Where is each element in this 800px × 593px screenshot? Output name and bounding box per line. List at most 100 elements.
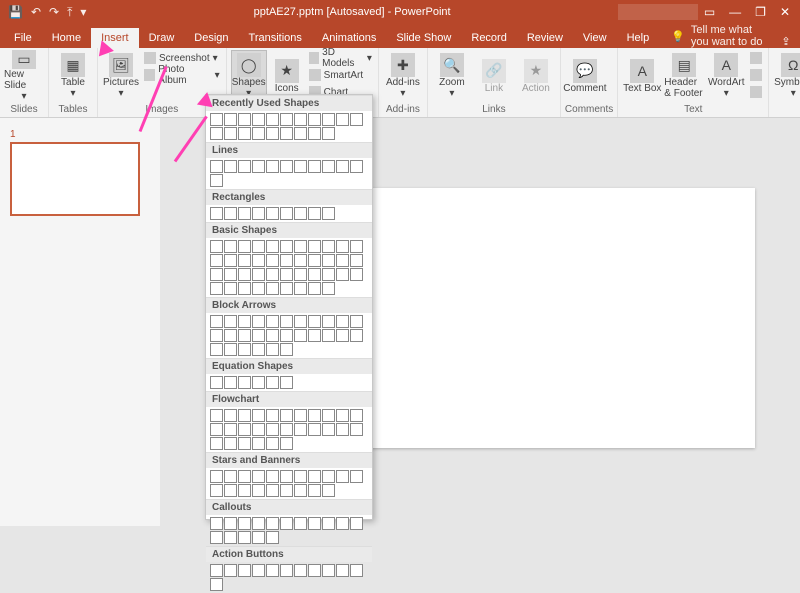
gallery-shape[interactable]	[350, 517, 363, 530]
gallery-shape[interactable]	[336, 409, 349, 422]
gallery-shape[interactable]	[294, 517, 307, 530]
gallery-shape[interactable]	[210, 240, 223, 253]
gallery-shape[interactable]	[238, 254, 251, 267]
gallery-shape[interactable]	[294, 268, 307, 281]
gallery-shape[interactable]	[308, 517, 321, 530]
gallery-shape[interactable]	[210, 409, 223, 422]
wordart-button[interactable]: AWordArt▾	[706, 50, 746, 102]
tab-view[interactable]: View	[573, 28, 617, 48]
gallery-shape[interactable]	[224, 127, 237, 140]
gallery-shape[interactable]	[252, 113, 265, 126]
gallery-shape[interactable]	[266, 343, 279, 356]
gallery-shape[interactable]	[224, 437, 237, 450]
gallery-shape[interactable]	[252, 423, 265, 436]
gallery-shape[interactable]	[322, 254, 335, 267]
gallery-shape[interactable]	[210, 160, 223, 173]
gallery-shape[interactable]	[252, 127, 265, 140]
gallery-shape[interactable]	[266, 127, 279, 140]
tab-record[interactable]: Record	[461, 28, 516, 48]
gallery-shape[interactable]	[336, 329, 349, 342]
gallery-shape[interactable]	[308, 207, 321, 220]
gallery-shape[interactable]	[280, 376, 293, 389]
gallery-shape[interactable]	[252, 240, 265, 253]
gallery-shape[interactable]	[294, 564, 307, 577]
gallery-shape[interactable]	[280, 282, 293, 295]
gallery-shape[interactable]	[280, 254, 293, 267]
gallery-shape[interactable]	[252, 376, 265, 389]
gallery-shape[interactable]	[322, 564, 335, 577]
tab-slide-show[interactable]: Slide Show	[386, 28, 461, 48]
gallery-shape[interactable]	[238, 376, 251, 389]
gallery-shape[interactable]	[350, 470, 363, 483]
gallery-shape[interactable]	[266, 531, 279, 544]
tab-design[interactable]: Design	[184, 28, 238, 48]
gallery-shape[interactable]	[336, 315, 349, 328]
gallery-shape[interactable]	[224, 254, 237, 267]
gallery-shape[interactable]	[210, 484, 223, 497]
gallery-shape[interactable]	[238, 315, 251, 328]
gallery-shape[interactable]	[350, 409, 363, 422]
gallery-shape[interactable]	[224, 113, 237, 126]
gallery-shape[interactable]	[336, 113, 349, 126]
pictures-button[interactable]: 🖼 Pictures ▾	[102, 50, 140, 102]
gallery-shape[interactable]	[238, 160, 251, 173]
gallery-shape[interactable]	[322, 113, 335, 126]
gallery-shape[interactable]	[308, 240, 321, 253]
gallery-shape[interactable]	[210, 282, 223, 295]
gallery-shape[interactable]	[280, 484, 293, 497]
gallery-shape[interactable]	[308, 160, 321, 173]
gallery-shape[interactable]	[322, 240, 335, 253]
gallery-shape[interactable]	[238, 531, 251, 544]
tab-home[interactable]: Home	[42, 28, 91, 48]
gallery-shape[interactable]	[252, 564, 265, 577]
gallery-shape[interactable]	[322, 160, 335, 173]
gallery-shape[interactable]	[322, 268, 335, 281]
gallery-shape[interactable]	[252, 409, 265, 422]
gallery-shape[interactable]	[210, 174, 223, 187]
gallery-shape[interactable]	[280, 409, 293, 422]
gallery-shape[interactable]	[322, 329, 335, 342]
gallery-shape[interactable]	[294, 282, 307, 295]
gallery-shape[interactable]	[266, 113, 279, 126]
gallery-shape[interactable]	[266, 315, 279, 328]
tab-draw[interactable]: Draw	[139, 28, 185, 48]
gallery-shape[interactable]	[224, 240, 237, 253]
gallery-shape[interactable]	[322, 315, 335, 328]
gallery-shape[interactable]	[238, 127, 251, 140]
gallery-shape[interactable]	[280, 437, 293, 450]
user-account[interactable]	[618, 4, 698, 20]
date-time-button[interactable]	[748, 50, 764, 66]
object-button[interactable]	[748, 84, 764, 100]
gallery-shape[interactable]	[266, 376, 279, 389]
gallery-shape[interactable]	[210, 127, 223, 140]
gallery-shape[interactable]	[266, 268, 279, 281]
gallery-shape[interactable]	[224, 376, 237, 389]
gallery-shape[interactable]	[252, 531, 265, 544]
gallery-shape[interactable]	[238, 517, 251, 530]
action-button[interactable]: ★Action	[516, 50, 556, 102]
photo-album-button[interactable]: Photo Album ▾	[142, 67, 222, 83]
gallery-shape[interactable]	[280, 127, 293, 140]
gallery-shape[interactable]	[280, 268, 293, 281]
gallery-shape[interactable]	[224, 517, 237, 530]
qat-more-icon[interactable]: ▾	[80, 5, 86, 19]
gallery-shape[interactable]	[280, 343, 293, 356]
gallery-shape[interactable]	[350, 113, 363, 126]
gallery-shape[interactable]	[210, 254, 223, 267]
gallery-shape[interactable]	[238, 343, 251, 356]
gallery-shape[interactable]	[210, 517, 223, 530]
gallery-shape[interactable]	[210, 113, 223, 126]
tab-transitions[interactable]: Transitions	[239, 28, 312, 48]
gallery-shape[interactable]	[336, 517, 349, 530]
gallery-shape[interactable]	[210, 376, 223, 389]
gallery-shape[interactable]	[280, 315, 293, 328]
gallery-shape[interactable]	[294, 127, 307, 140]
gallery-shape[interactable]	[224, 315, 237, 328]
gallery-shape[interactable]	[210, 329, 223, 342]
gallery-shape[interactable]	[336, 423, 349, 436]
tab-help[interactable]: Help	[617, 28, 660, 48]
gallery-shape[interactable]	[266, 437, 279, 450]
gallery-shape[interactable]	[308, 484, 321, 497]
gallery-shape[interactable]	[308, 409, 321, 422]
gallery-shape[interactable]	[210, 423, 223, 436]
